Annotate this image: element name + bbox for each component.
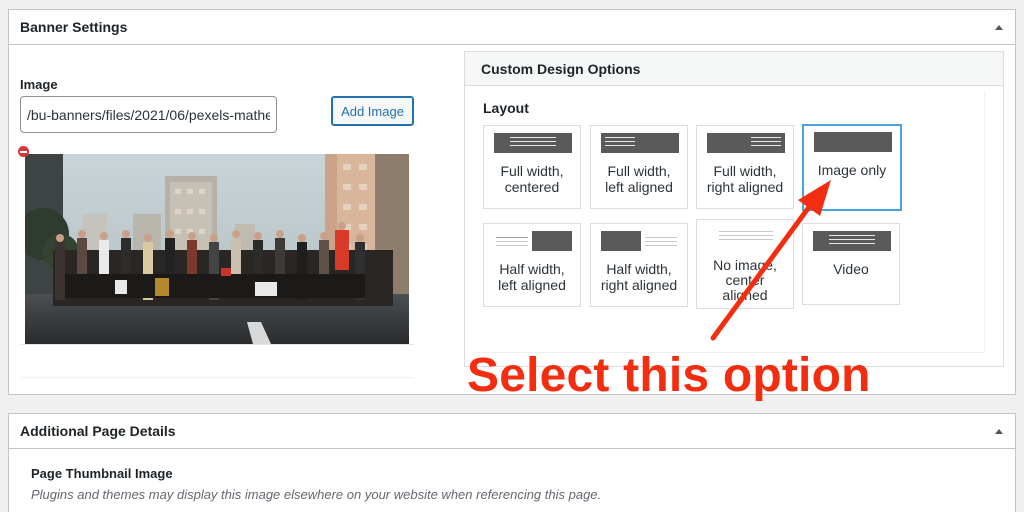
- layout-label: Layout: [483, 100, 529, 116]
- additional-page-details-header[interactable]: Additional Page Details: [9, 414, 1015, 449]
- custom-design-options-panel: Custom Design Options: [464, 51, 1004, 367]
- layout-thumbnail-icon: [601, 231, 641, 251]
- divider: [20, 377, 414, 378]
- layout-thumbnail-icon: [532, 231, 572, 251]
- banner-settings-box: Banner Settings Image Add Image: [8, 9, 1016, 402]
- text-lines-icon: [496, 237, 528, 247]
- layout-option-label: Video: [833, 261, 869, 277]
- layout-option-label: Full width, right aligned: [706, 163, 784, 195]
- page-thumbnail-label: Page Thumbnail Image: [31, 466, 173, 481]
- text-lines-icon: [751, 137, 781, 147]
- custom-design-options-title: Custom Design Options: [465, 52, 1003, 86]
- text-lines-icon: [605, 137, 635, 147]
- layout-thumbnail-icon: [814, 132, 892, 152]
- layout-option-label: No image, center aligned: [713, 257, 777, 303]
- layout-option-half-width-left-aligned[interactable]: Half width, left aligned: [483, 223, 581, 307]
- banner-settings-header[interactable]: Banner Settings: [9, 10, 1015, 45]
- remove-image-icon[interactable]: [18, 146, 29, 157]
- add-image-button[interactable]: Add Image: [331, 96, 414, 126]
- collapse-arrow-icon[interactable]: [995, 428, 1003, 434]
- layout-option-full-width-right-aligned[interactable]: Full width, right aligned: [696, 125, 794, 209]
- additional-page-details-title: Additional Page Details: [20, 423, 176, 439]
- banner-settings-title: Banner Settings: [20, 19, 128, 35]
- layout-option-label: Full width, left aligned: [605, 163, 673, 195]
- layout-option-full-width-left-aligned[interactable]: Full width, left aligned: [590, 125, 688, 209]
- layout-option-label: Half width, left aligned: [498, 261, 566, 293]
- layout-option-no-image-center-aligned[interactable]: No image, center aligned: [696, 219, 794, 309]
- layout-option-full-width-centered[interactable]: Full width, centered: [483, 125, 581, 209]
- banner-photo: [25, 154, 409, 344]
- text-lines-icon: [645, 237, 677, 247]
- layout-option-video[interactable]: Video: [802, 223, 900, 305]
- layout-option-label: Full width, centered: [500, 163, 564, 195]
- annotation-text: Select this option: [467, 349, 871, 402]
- layout-option-half-width-right-aligned[interactable]: Half width, right aligned: [590, 223, 688, 307]
- text-lines-icon: [719, 231, 773, 241]
- text-lines-icon: [510, 137, 556, 147]
- page-thumbnail-description: Plugins and themes may display this imag…: [31, 487, 602, 502]
- layout-option-image-only[interactable]: Image only: [802, 124, 902, 211]
- image-url-input[interactable]: [20, 96, 277, 133]
- text-lines-icon: [829, 235, 875, 245]
- image-field-label: Image: [20, 77, 58, 92]
- layout-option-label: Half width, right aligned: [600, 261, 678, 293]
- layout-option-label: Image only: [817, 162, 887, 178]
- collapse-arrow-icon[interactable]: [995, 24, 1003, 30]
- image-preview: [20, 149, 414, 345]
- additional-page-details-box: Additional Page Details Page Thumbnail I…: [8, 413, 1016, 512]
